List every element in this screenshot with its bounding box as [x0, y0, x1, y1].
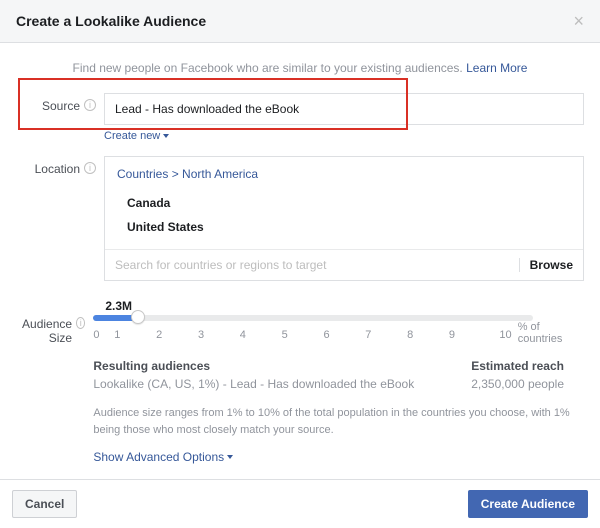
intro-text: Find new people on Facebook who are simi…	[16, 61, 584, 75]
audience-size-row: Audience Size i 2.3M 0 1 2	[16, 295, 584, 464]
location-label: Location i	[16, 156, 104, 281]
size-disclaimer: Audience size ranges from 1% to 10% of t…	[93, 405, 584, 438]
advanced-options-toggle[interactable]: Show Advanced Options	[93, 450, 233, 464]
tick: 6	[323, 329, 365, 341]
tick: 5	[282, 329, 324, 341]
size-slider[interactable]	[93, 315, 533, 321]
tick: 7	[365, 329, 407, 341]
source-input[interactable]	[104, 93, 584, 125]
location-label-text: Location	[35, 162, 80, 176]
browse-link[interactable]: Browse	[530, 258, 573, 272]
create-new-label: Create new	[104, 130, 160, 142]
tick: 10	[491, 329, 512, 341]
results-heading: Resulting audiences	[93, 359, 414, 373]
tick: 9	[449, 329, 491, 341]
chevron-down-icon	[227, 455, 233, 459]
location-item[interactable]: United States	[117, 215, 571, 239]
learn-more-link[interactable]: Learn More	[466, 61, 527, 75]
source-label-text: Source	[42, 99, 80, 113]
location-item[interactable]: Canada	[117, 191, 571, 215]
advanced-options-label: Show Advanced Options	[93, 450, 224, 464]
size-label-text: Audience Size	[22, 317, 72, 345]
ticks-suffix: % of countries	[518, 321, 584, 345]
modal-footer: Cancel Create Audience	[0, 479, 600, 528]
location-search-bar: Browse	[105, 249, 583, 280]
source-row: Source i Create new	[16, 93, 584, 142]
help-icon[interactable]: i	[84, 162, 96, 174]
results-row: Resulting audiences Lookalike (CA, US, 1…	[93, 359, 584, 391]
tick: 1	[114, 329, 156, 341]
size-label: Audience Size i	[16, 295, 93, 464]
close-icon[interactable]: ×	[573, 12, 584, 30]
slider-ticks: 0 1 2 3 4 5 6 7 8 9 10	[93, 329, 511, 341]
intro-plain: Find new people on Facebook who are simi…	[73, 61, 467, 75]
breadcrumb-leaf[interactable]: North America	[182, 167, 258, 181]
modal-title: Create a Lookalike Audience	[16, 13, 206, 29]
breadcrumb-sep: >	[168, 167, 182, 181]
help-icon[interactable]: i	[76, 317, 85, 329]
tick: 0	[93, 329, 114, 341]
tick: 4	[240, 329, 282, 341]
chevron-down-icon	[163, 134, 169, 138]
source-label: Source i	[16, 93, 104, 142]
reach-value: 2,350,000 people	[471, 377, 564, 391]
tick: 8	[407, 329, 449, 341]
size-value: 2.3M	[105, 299, 584, 313]
cancel-button[interactable]: Cancel	[12, 490, 77, 518]
create-new-dropdown[interactable]: Create new	[104, 130, 169, 142]
help-icon[interactable]: i	[84, 99, 96, 111]
tick: 2	[156, 329, 198, 341]
location-search-input[interactable]	[115, 258, 519, 272]
lookalike-modal: Create a Lookalike Audience × Find new p…	[0, 0, 600, 528]
create-audience-button[interactable]: Create Audience	[468, 490, 588, 518]
results-name: Lookalike (CA, US, 1%) - Lead - Has down…	[93, 377, 414, 391]
location-row: Location i Countries > North America Can…	[16, 156, 584, 281]
tick: 3	[198, 329, 240, 341]
breadcrumb-root[interactable]: Countries	[117, 167, 168, 181]
modal-body: Find new people on Facebook who are simi…	[0, 43, 600, 479]
divider	[519, 258, 520, 272]
location-box: Countries > North America Canada United …	[104, 156, 584, 281]
reach-heading: Estimated reach	[471, 359, 564, 373]
modal-header: Create a Lookalike Audience ×	[0, 0, 600, 43]
